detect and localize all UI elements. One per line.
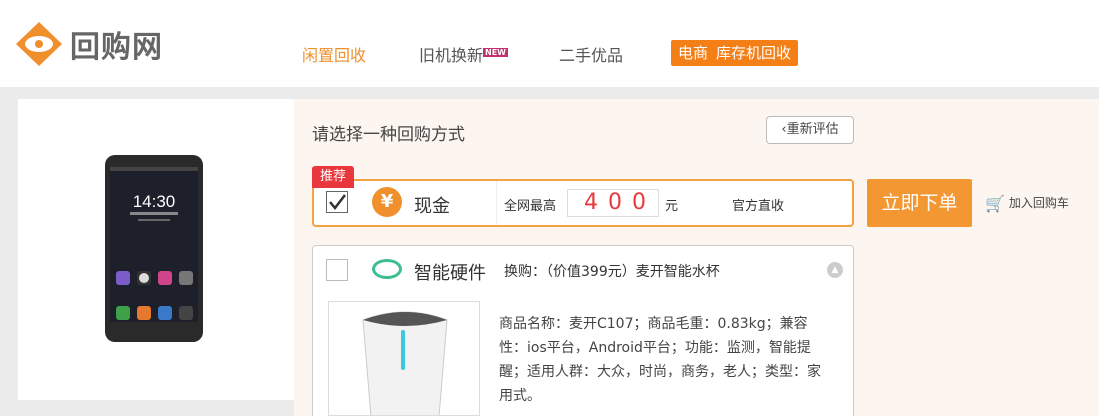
chevron-up-icon[interactable]: ▲ (827, 262, 843, 278)
check-icon (329, 194, 346, 210)
logo-text: 回购网 (70, 30, 163, 65)
reevaluate-label: 重新评估 (786, 122, 839, 137)
cash-option-checkbox[interactable] (326, 191, 348, 213)
logo-icon (16, 22, 62, 66)
price-prefix: 全网最高 (504, 199, 557, 214)
order-now-button[interactable]: 立即下单 (867, 179, 972, 227)
logo[interactable]: 回购网 (14, 20, 194, 72)
header: 回购网 闲置回收 旧机换新 NEW 二手优品 电商 库存机回收 (0, 0, 1099, 87)
swap-offer-text: 换购：（价值399元）麦开智能水杯 (504, 264, 720, 280)
smart-cup-image (328, 301, 480, 416)
hardware-option-checkbox[interactable] (326, 259, 348, 281)
promo-part2: 库存机回收 (716, 44, 792, 62)
hardware-option-label: 智能硬件 (414, 263, 486, 284)
product-image: 14:30 (18, 99, 294, 400)
add-to-cart-label: 加入回购车 (1008, 196, 1069, 210)
option-divider (496, 181, 497, 225)
hardware-description: 商品名称：麦开C107；商品毛重：0.83kg；兼容性：ios平台，Androi… (499, 316, 821, 404)
official-recycle-label: 官方直收 (732, 199, 785, 214)
price-unit: 元 (665, 199, 679, 214)
phone-image: 14:30 (105, 155, 203, 342)
nav-item-idle-recycle[interactable]: 闲置回收 (302, 42, 366, 66)
promo-part1: 电商 (678, 44, 709, 62)
smart-hardware-icon (372, 259, 402, 279)
reevaluate-button[interactable]: ‹重新评估 (766, 116, 854, 144)
smart-cup-graphic (362, 311, 448, 415)
nav-item-trade-in[interactable]: 旧机换新 NEW (419, 42, 508, 66)
price-value: 400 (567, 189, 659, 217)
recommend-badge: 推荐 (312, 166, 354, 188)
page-title: 请选择一种回购方式 (312, 125, 465, 145)
nav-item-inventory-recycle[interactable]: 电商 库存机回收 (671, 40, 799, 66)
yen-icon: ¥ (372, 187, 402, 217)
add-to-cart-link[interactable]: 🛒 加入回购车 (985, 194, 1069, 213)
new-badge: NEW (483, 47, 508, 57)
phone-time: 14:30 (133, 192, 176, 211)
nav-item-trade-in-label: 旧机换新 (419, 46, 484, 65)
cash-option-label: 现金 (414, 196, 450, 217)
cart-icon: 🛒 (985, 194, 1005, 213)
nav-item-second-hand[interactable]: 二手优品 (559, 42, 623, 66)
